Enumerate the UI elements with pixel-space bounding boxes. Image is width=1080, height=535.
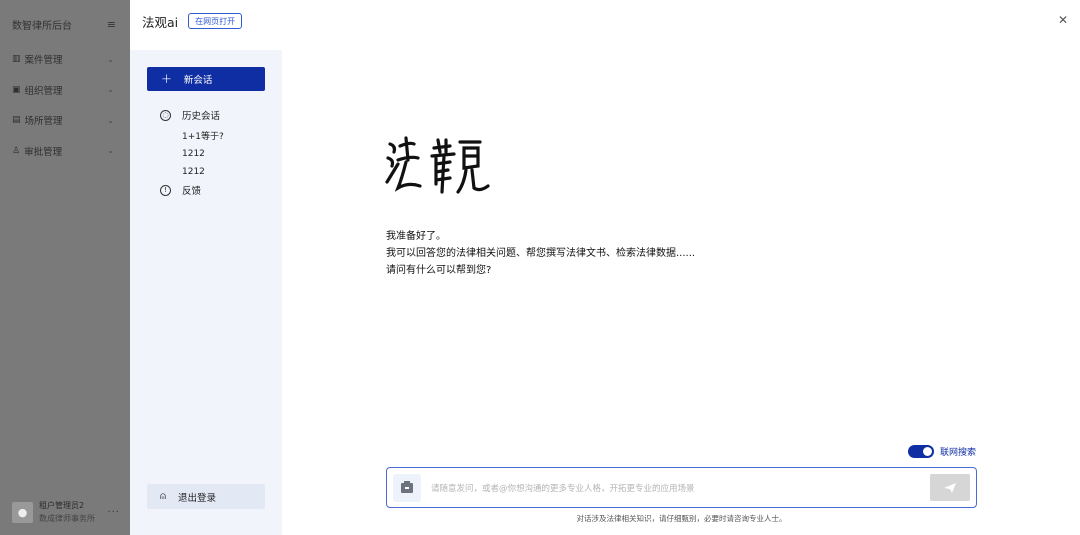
list-item[interactable]: 1212 <box>182 163 224 182</box>
feedback-label: 反馈 <box>182 186 202 197</box>
nav-item-org[interactable]: ▣ 组织管理 ⌄ <box>0 75 130 106</box>
chevron-down-icon: ⌄ <box>107 146 114 156</box>
list-item[interactable]: 1212 <box>182 145 224 164</box>
web-search-toggle-row: 联网搜索 <box>908 445 976 458</box>
welcome-line: 我可以回答您的法律相关问题、帮您撰写法律文书、检索法律数据...... <box>386 248 696 259</box>
panel-header: 法观ai 在网页打开 <box>130 0 1080 42</box>
new-chat-label: 新会话 <box>183 75 213 86</box>
nav-item-label: 组织管理 <box>24 85 63 97</box>
background-header: 数智律所后台 ≡ <box>0 0 130 48</box>
org-icon: ▣ <box>12 84 21 95</box>
background-user[interactable]: ● 租户管理员2 数成律师事务所 ··· <box>0 489 130 535</box>
history-header[interactable]: ◌ 历史会话 <box>160 108 220 122</box>
nav-item-label: 场所管理 <box>24 116 63 128</box>
case-icon: ▥ <box>12 54 21 65</box>
info-icon: ! <box>160 184 171 196</box>
panel-title: 法观ai <box>142 14 179 30</box>
close-icon[interactable]: ✕ <box>1058 13 1068 27</box>
attach-button[interactable] <box>393 473 421 502</box>
nav-item-approval[interactable]: ♙ 审批管理 ⌄ <box>0 136 130 167</box>
chevron-down-icon: ⌄ <box>107 54 114 64</box>
menu-icon[interactable]: ≡ <box>107 18 116 31</box>
archive-icon <box>401 480 413 493</box>
feedback-item[interactable]: ! 反馈 <box>160 183 201 197</box>
nav-item-case[interactable]: ▥ 案件管理 ⌄ <box>0 44 130 75</box>
nav-item-place[interactable]: ▤ 场所管理 ⌄ <box>0 105 130 136</box>
chat-input[interactable]: 请随意发问，或者@你想沟通的更多专业人格，开拓更专业的应用场景 <box>431 482 930 494</box>
chevron-down-icon: ⌄ <box>107 85 114 95</box>
approval-icon: ♙ <box>12 145 21 156</box>
user-name: 租户管理员2 <box>39 501 85 510</box>
more-icon[interactable]: ··· <box>107 507 120 518</box>
disclaimer: 对话涉及法律相关知识，请仔细甄别，必要时请咨询专业人士。 <box>576 514 787 523</box>
welcome-message: 我准备好了。 我可以回答您的法律相关问题、帮您撰写法律文书、检索法律数据....… <box>386 228 695 279</box>
background-app-title: 数智律所后台 <box>12 20 72 32</box>
web-search-toggle[interactable] <box>908 445 934 458</box>
web-search-label: 联网搜索 <box>940 448 977 458</box>
logout-button[interactable]: ⍝ 退出登录 <box>147 484 265 509</box>
chevron-down-icon: ⌄ <box>107 115 114 125</box>
nav-item-label: 审批管理 <box>24 146 63 158</box>
open-in-web-button[interactable]: 在网页打开 <box>188 13 243 29</box>
list-item[interactable]: 1+1等于? <box>182 126 224 145</box>
chat-history-icon: ◌ <box>160 109 171 121</box>
logout-label: 退出登录 <box>178 492 217 504</box>
welcome-line: 请问有什么可以帮到您? <box>386 265 492 276</box>
user-org: 数成律师事务所 <box>39 514 95 523</box>
new-chat-button[interactable]: + 新会话 <box>147 67 265 91</box>
chat-input-box: 请随意发问，或者@你想沟通的更多专业人格，开拓更专业的应用场景 <box>386 467 977 508</box>
welcome-line: 我准备好了。 <box>386 231 446 242</box>
building-icon: ▤ <box>12 115 21 126</box>
plus-icon: + <box>161 71 172 87</box>
user-icon: ⍝ <box>160 491 166 502</box>
history-label: 历史会话 <box>182 111 221 122</box>
avatar: ● <box>12 501 33 523</box>
background-sidebar: 数智律所后台 ≡ ▥ 案件管理 ⌄ ▣ 组织管理 ⌄ ▤ 场所管理 ⌄ ♙ 审批管理 ⌄… <box>0 0 130 535</box>
background-nav: ▥ 案件管理 ⌄ ▣ 组织管理 ⌄ ▤ 场所管理 ⌄ ♙ 审批管理 ⌄ <box>0 44 130 166</box>
send-icon <box>944 482 956 493</box>
fa-guan-logo <box>385 136 490 194</box>
chat-sidebar: + 新会话 ◌ 历史会话 1+1等于? 1212 1212 ! 反馈 ⍝ 退出登… <box>130 50 282 535</box>
user-info: 租户管理员2 数成律师事务所 <box>39 499 101 525</box>
fa-guan-ai-panel: 法观ai 在网页打开 ✕ + 新会话 ◌ 历史会话 1+1等于? 1212 12… <box>130 0 1080 535</box>
chat-main: 我准备好了。 我可以回答您的法律相关问题、帮您撰写法律文书、检索法律数据....… <box>282 42 1080 535</box>
send-button[interactable] <box>930 474 970 501</box>
history-list: 1+1等于? 1212 1212 <box>182 126 224 182</box>
nav-item-label: 案件管理 <box>24 55 63 67</box>
